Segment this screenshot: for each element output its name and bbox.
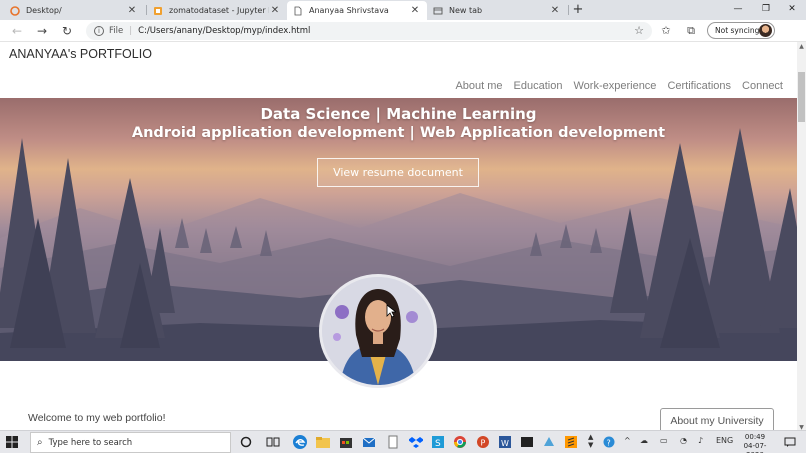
svg-text:P: P bbox=[481, 439, 486, 448]
favorite-star-icon[interactable]: ☆ bbox=[634, 24, 644, 37]
close-tab-icon[interactable]: ✕ bbox=[409, 5, 421, 16]
scheme-label: File bbox=[109, 26, 124, 36]
jupyter-favicon-icon bbox=[153, 6, 163, 16]
tab-title: zomatodataset - Jupyter Notebo bbox=[169, 6, 269, 15]
about-university-button[interactable]: About my University bbox=[660, 408, 774, 432]
windows-start-icon[interactable] bbox=[6, 436, 18, 448]
help-icon[interactable]: ? bbox=[603, 436, 615, 450]
language-indicator[interactable]: ENG bbox=[716, 436, 733, 445]
show-hidden-icons-icon[interactable]: ^ bbox=[624, 436, 631, 445]
tab-separator bbox=[568, 5, 569, 15]
close-tab-icon[interactable]: ✕ bbox=[549, 5, 561, 16]
tab-desktop[interactable]: Desktop/ ✕ bbox=[4, 1, 144, 20]
clock-date: 04-07-2020 bbox=[743, 442, 767, 453]
close-tab-icon[interactable]: ✕ bbox=[269, 5, 281, 16]
svg-text:?: ? bbox=[607, 439, 611, 448]
tab-jupyter[interactable]: zomatodataset - Jupyter Notebo ✕ bbox=[147, 1, 287, 20]
svg-text:S: S bbox=[435, 439, 441, 449]
site-brand[interactable]: ANANYAA's PORTFOLIO bbox=[9, 47, 152, 61]
nav-connect[interactable]: Connect bbox=[742, 80, 783, 92]
site-nav: About me Education Work-experience Certi… bbox=[455, 80, 783, 92]
file-explorer-icon[interactable] bbox=[315, 434, 331, 450]
close-tab-icon[interactable]: ✕ bbox=[126, 5, 138, 16]
search-icon: ⌕ bbox=[37, 437, 43, 448]
tab-title: Desktop/ bbox=[26, 6, 62, 15]
volume-icon[interactable]: ♪ bbox=[698, 436, 703, 445]
close-window-button[interactable]: ✕ bbox=[778, 0, 806, 20]
url-text[interactable]: C:/Users/anany/Desktop/myp/index.html bbox=[138, 26, 310, 36]
scroll-up-arrow-icon[interactable]: ▲ bbox=[797, 42, 806, 51]
back-arrow-icon[interactable]: ← bbox=[8, 22, 26, 40]
forward-arrow-icon[interactable]: → bbox=[33, 22, 51, 40]
app-icon[interactable] bbox=[541, 434, 557, 450]
minimize-button[interactable]: — bbox=[724, 0, 752, 20]
nav-education[interactable]: Education bbox=[514, 80, 563, 92]
store-icon[interactable] bbox=[338, 434, 354, 450]
tab-ananyaa-shrivstava[interactable]: Ananyaa Shrivstava ✕ bbox=[287, 1, 427, 20]
mouse-cursor-icon bbox=[386, 304, 396, 318]
tab-new-tab[interactable]: New tab ✕ bbox=[427, 1, 567, 20]
chrome-icon[interactable] bbox=[452, 434, 468, 450]
page-scrollbar[interactable]: ▲ ▼ bbox=[797, 42, 806, 432]
taskbar-search-input[interactable]: ⌕ Type here to search bbox=[30, 432, 231, 453]
welcome-text: Welcome to my web portfolio! bbox=[28, 412, 166, 424]
nav-work-experience[interactable]: Work-experience bbox=[573, 80, 656, 92]
scroll-thumb[interactable] bbox=[798, 72, 805, 122]
task-view-icon[interactable] bbox=[265, 434, 281, 450]
edge-browser-icon[interactable] bbox=[292, 434, 308, 450]
terminal-icon[interactable] bbox=[519, 434, 535, 450]
view-resume-button[interactable]: View resume document bbox=[317, 158, 479, 187]
refresh-icon[interactable]: ↻ bbox=[58, 22, 76, 40]
divider: | bbox=[129, 26, 133, 36]
taskbar-scroll-icon[interactable]: ▲ ▼ bbox=[588, 433, 593, 449]
mail-icon[interactable] bbox=[361, 434, 377, 450]
address-bar[interactable]: i File | C:/Users/anany/Desktop/myp/inde… bbox=[86, 22, 652, 40]
battery-icon[interactable]: ▭ bbox=[660, 436, 668, 445]
nav-about-me[interactable]: About me bbox=[455, 80, 502, 92]
tab-title: New tab bbox=[449, 6, 483, 15]
wifi-icon[interactable]: ◔ bbox=[680, 436, 687, 445]
dropbox-icon[interactable] bbox=[408, 434, 424, 450]
profile-avatar-icon bbox=[759, 24, 772, 37]
clock-time: 00:49 bbox=[744, 433, 766, 441]
windows-taskbar: ⌕ Type here to search S P W ▲ ▼ ? ^ ☁ ▭ … bbox=[0, 430, 806, 453]
desktop-favicon-icon bbox=[10, 5, 20, 16]
word-icon[interactable]: W bbox=[497, 434, 513, 450]
address-toolbar: ← → ↻ i File | C:/Users/anany/Desktop/my… bbox=[0, 20, 806, 57]
notifications-icon[interactable] bbox=[784, 436, 796, 450]
newtab-favicon-icon bbox=[433, 6, 443, 16]
hero-subheadline: Android application development | Web Ap… bbox=[131, 125, 666, 141]
collections-icon[interactable]: ⧉ bbox=[683, 24, 699, 38]
hero-headline: Data Science | Machine Learning bbox=[260, 105, 537, 123]
cloud-icon[interactable]: ☁ bbox=[640, 436, 648, 445]
search-placeholder: Type here to search bbox=[48, 437, 133, 448]
cortana-icon[interactable] bbox=[238, 434, 254, 450]
svg-text:W: W bbox=[501, 439, 509, 448]
nav-certifications[interactable]: Certifications bbox=[667, 80, 731, 92]
web-page: ANANYAA's PORTFOLIO About me Education W… bbox=[0, 42, 797, 432]
sublime-text-icon[interactable] bbox=[563, 434, 579, 450]
maximize-button[interactable]: ❐ bbox=[752, 0, 780, 20]
sync-label: Not syncing bbox=[715, 26, 760, 35]
profile-photo bbox=[319, 274, 437, 388]
favorites-icon[interactable]: ✩ bbox=[658, 24, 674, 37]
tab-strip: Desktop/ ✕ zomatodataset - Jupyter Noteb… bbox=[0, 0, 806, 20]
tab-title: Ananyaa Shrivstava bbox=[309, 6, 389, 15]
notepad-icon[interactable] bbox=[385, 434, 401, 450]
sync-button[interactable]: Not syncing bbox=[707, 22, 775, 39]
powerpoint-icon[interactable]: P bbox=[475, 434, 491, 450]
system-clock[interactable]: 00:49 04-07-2020 bbox=[735, 433, 775, 453]
document-favicon-icon bbox=[293, 6, 303, 16]
info-icon[interactable]: i bbox=[94, 26, 104, 36]
new-tab-button[interactable]: + bbox=[570, 2, 586, 17]
skype-business-icon[interactable]: S bbox=[430, 434, 446, 450]
